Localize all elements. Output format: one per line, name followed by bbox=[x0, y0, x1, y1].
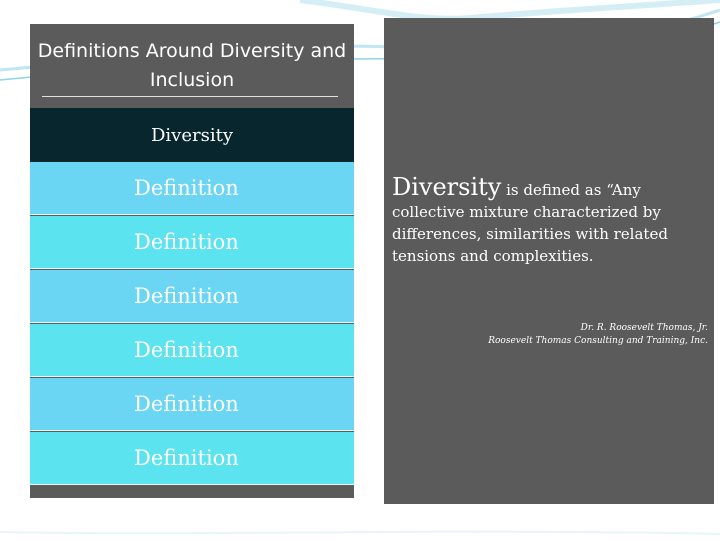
table-header-diversity: Diversity bbox=[30, 108, 354, 162]
definition-intro: is defined as “Any bbox=[501, 181, 641, 199]
table-row: Definition bbox=[30, 216, 354, 269]
table-row: Definition bbox=[30, 324, 354, 377]
definition-term: Diversity bbox=[392, 173, 502, 201]
table-row: Definition bbox=[30, 432, 354, 485]
title-divider bbox=[42, 96, 338, 97]
definitions-table: Definitions Around Diversity and Inclusi… bbox=[30, 24, 354, 498]
table-row: Definition bbox=[30, 162, 354, 215]
citation-author: Dr. R. Roosevelt Thomas, Jr. bbox=[580, 323, 708, 333]
definition-text: Diversity is defined as “Any collective … bbox=[392, 173, 692, 267]
definition-panel: Diversity is defined as “Any collective … bbox=[384, 18, 714, 504]
table-row: Definition bbox=[30, 378, 354, 431]
definition-body: collective mixture characterized by diff… bbox=[392, 203, 668, 265]
citation-organization: Roosevelt Thomas Consulting and Training… bbox=[488, 336, 708, 346]
table-row: Definition bbox=[30, 270, 354, 323]
citation: Dr. R. Roosevelt Thomas, Jr. Roosevelt T… bbox=[408, 322, 708, 348]
